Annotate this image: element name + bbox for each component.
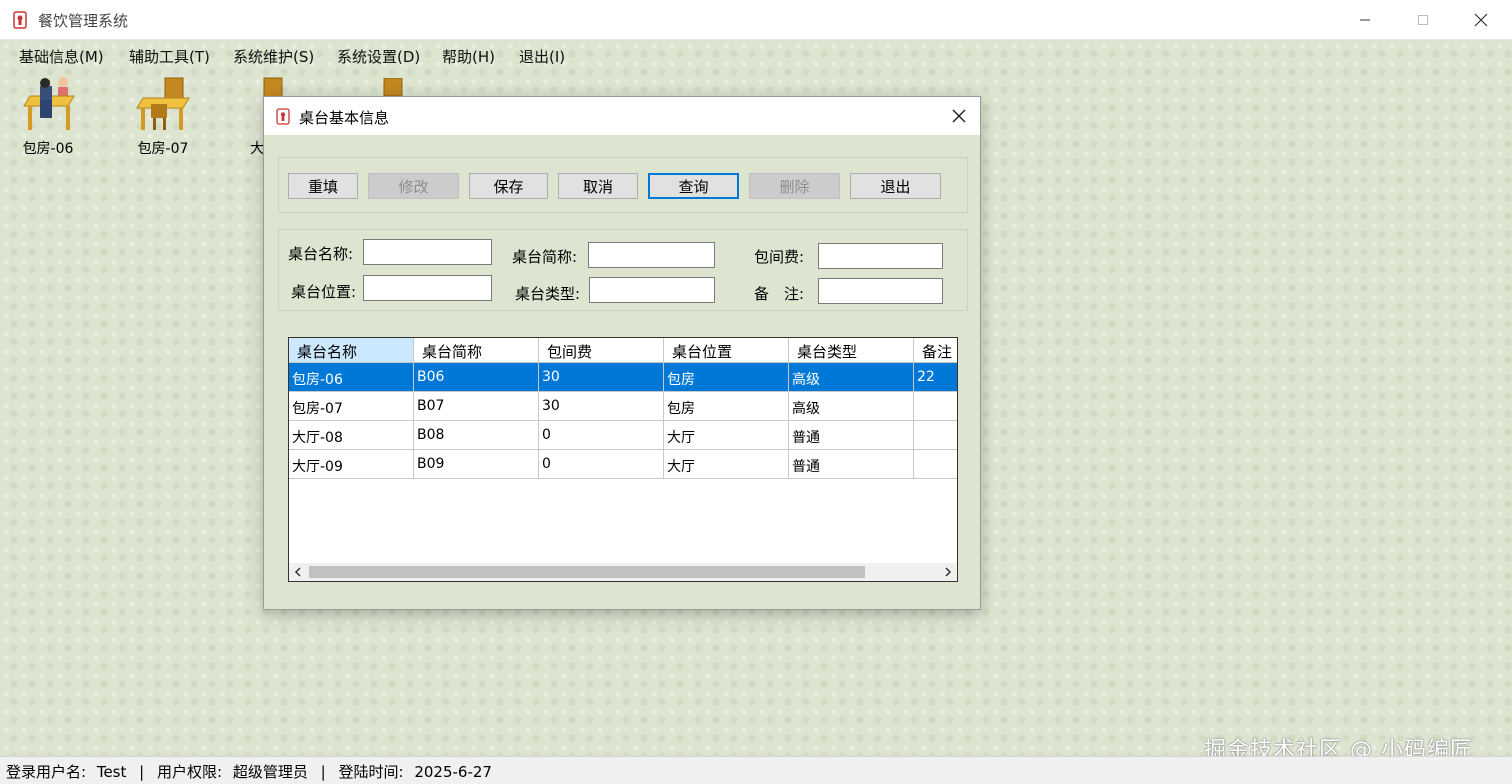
cell-fee: 0: [539, 450, 664, 479]
cell-short: B06: [414, 363, 539, 392]
cell-remark: [914, 450, 957, 479]
menu-help[interactable]: 帮助(H): [442, 46, 495, 67]
cell-name: 包房-06: [289, 363, 414, 392]
cell-type: 普通: [789, 421, 914, 450]
scroll-left-button[interactable]: [289, 563, 307, 581]
table-type-input[interactable]: [589, 277, 715, 303]
table-row[interactable]: 包房-06 B06 30 包房 高级 22: [289, 363, 957, 392]
table-info-dialog: 桌台基本信息 重填 修改 保存 取消 查询 删除 退出 桌台名称: 桌台简称: …: [263, 96, 981, 610]
table-location-label: 桌台位置:: [291, 283, 357, 301]
cell-location: 大厅: [664, 421, 789, 450]
column-header-remark[interactable]: 备注: [914, 338, 957, 363]
table-type-label: 桌台类型:: [515, 285, 581, 303]
app-logo-icon: [13, 11, 27, 29]
desktop-table-item[interactable]: 包房-06: [8, 74, 88, 158]
occupied-table-icon: [23, 77, 75, 130]
dialog-close-button[interactable]: [938, 97, 980, 135]
cell-short: B09: [414, 450, 539, 479]
exit-button[interactable]: 退出: [850, 173, 941, 199]
column-header-fee[interactable]: 包间费: [539, 338, 664, 363]
cell-type: 高级: [789, 363, 914, 392]
query-button[interactable]: 查询: [648, 173, 739, 199]
app-title: 餐饮管理系统: [38, 12, 129, 30]
table-row[interactable]: 包房-07 B07 30 包房 高级: [289, 392, 957, 421]
cell-remark: 22: [914, 363, 957, 392]
save-button[interactable]: 保存: [469, 173, 548, 199]
table-name-label: 桌台名称:: [288, 245, 354, 263]
dialog-title: 桌台基本信息: [299, 109, 390, 127]
table-short-label: 桌台简称:: [512, 248, 578, 266]
minimize-icon: [1360, 19, 1370, 21]
scroll-right-button[interactable]: [939, 563, 957, 581]
menu-exit[interactable]: 退出(I): [519, 46, 565, 67]
close-icon: [952, 109, 966, 123]
cell-name: 大厅-09: [289, 450, 414, 479]
menu-maintenance[interactable]: 系统维护(S): [233, 46, 314, 67]
cell-location: 包房: [664, 392, 789, 421]
cell-fee: 0: [539, 421, 664, 450]
cell-location: 大厅: [664, 450, 789, 479]
status-separator: |: [139, 763, 145, 781]
chevron-left-icon: [294, 567, 301, 577]
cell-type: 普通: [789, 450, 914, 479]
remark-label: 备 注:: [754, 285, 805, 303]
column-header-name[interactable]: 桌台名称: [289, 338, 414, 363]
table-label: 包房-06: [22, 141, 74, 157]
cell-remark: [914, 421, 957, 450]
chevron-right-icon: [945, 567, 952, 577]
close-button[interactable]: [1452, 0, 1510, 40]
cell-name: 包房-07: [289, 392, 414, 421]
table-label: 包房-07: [137, 141, 189, 157]
room-fee-input[interactable]: [818, 243, 943, 269]
table-short-input[interactable]: [588, 242, 715, 268]
table-location-input[interactable]: [363, 275, 492, 301]
menu-bar: 基础信息(M) 辅助工具(T) 系统维护(S) 系统设置(D) 帮助(H) 退出…: [0, 40, 1512, 70]
dialog-logo-icon: [276, 108, 290, 125]
app-titlebar: 餐饮管理系统: [0, 0, 1512, 40]
status-role-label: 用户权限:: [157, 763, 223, 781]
cell-short: B07: [414, 392, 539, 421]
cell-location: 包房: [664, 363, 789, 392]
menu-basic-info[interactable]: 基础信息(M): [19, 46, 104, 67]
table-icon: [136, 77, 190, 130]
room-fee-label: 包间费:: [754, 248, 805, 266]
table-icon: [383, 78, 403, 96]
cell-remark: [914, 392, 957, 421]
cell-fee: 30: [539, 392, 664, 421]
cell-fee: 30: [539, 363, 664, 392]
grid-header: 桌台名称 桌台简称 包间费 桌台位置 桌台类型 备注: [289, 338, 957, 363]
minimize-button[interactable]: [1336, 0, 1394, 40]
status-user-label: 登录用户名:: [6, 763, 87, 781]
status-time-label: 登陆时间:: [338, 763, 404, 781]
menu-settings[interactable]: 系统设置(D): [337, 46, 420, 67]
desktop-table-item[interactable]: 包房-07: [123, 74, 203, 158]
scrollbar-thumb[interactable]: [309, 566, 865, 578]
cancel-button[interactable]: 取消: [558, 173, 638, 199]
status-role-value: 超级管理员: [232, 763, 308, 781]
status-bar: 登录用户名: Test | 用户权限: 超级管理员 | 登陆时间: 2025-6…: [0, 756, 1512, 784]
delete-button[interactable]: 删除: [749, 173, 840, 199]
cell-type: 高级: [789, 392, 914, 421]
cell-short: B08: [414, 421, 539, 450]
remark-input[interactable]: [818, 278, 943, 304]
table-row[interactable]: 大厅-09 B09 0 大厅 普通: [289, 450, 957, 479]
close-icon: [1474, 13, 1488, 27]
column-header-location[interactable]: 桌台位置: [664, 338, 789, 363]
maximize-icon: [1418, 15, 1428, 25]
status-separator: |: [320, 763, 326, 781]
maximize-button[interactable]: [1394, 0, 1452, 40]
dialog-titlebar: 桌台基本信息: [264, 97, 980, 135]
menu-tools[interactable]: 辅助工具(T): [129, 46, 210, 67]
table-row[interactable]: 大厅-08 B08 0 大厅 普通: [289, 421, 957, 450]
reset-button[interactable]: 重填: [288, 173, 358, 199]
table-data-grid[interactable]: 桌台名称 桌台简称 包间费 桌台位置 桌台类型 备注 包房-06 B06 30 …: [288, 337, 958, 582]
cell-name: 大厅-08: [289, 421, 414, 450]
column-header-short[interactable]: 桌台简称: [414, 338, 539, 363]
horizontal-scrollbar[interactable]: [289, 563, 957, 581]
table-name-input[interactable]: [363, 239, 492, 265]
status-user-value: Test: [96, 763, 127, 781]
status-time-value: 2025-6-27: [414, 763, 492, 781]
column-header-type[interactable]: 桌台类型: [789, 338, 914, 363]
modify-button[interactable]: 修改: [368, 173, 459, 199]
